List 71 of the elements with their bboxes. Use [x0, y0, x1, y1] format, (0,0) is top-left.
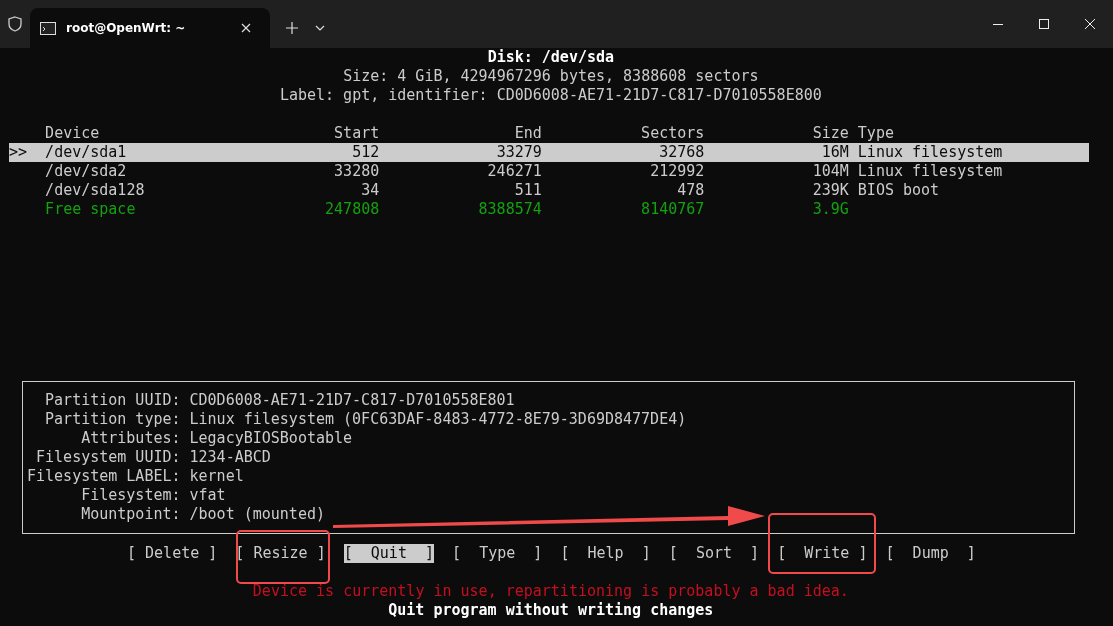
table-cell: 8140767: [641, 200, 705, 218]
menu-button[interactable]: [ Help ]: [560, 544, 651, 563]
close-icon: [1085, 19, 1095, 29]
table-cell: 104M: [812, 162, 849, 180]
menu-button[interactable]: [ Type ]: [452, 544, 543, 563]
detail-value: 1234-ABCD: [189, 448, 271, 467]
table-cell: Free space: [45, 200, 136, 218]
disk-info: Label: gpt, identifier: CD0D6008-AE71-21D7-C817-D7010558E800: [279, 86, 822, 104]
maximize-icon: [1039, 19, 1049, 29]
detail-value: vfat: [189, 486, 226, 505]
detail-value: Linux filesystem (0FC63DAF-8483-4772-8E79-3D69D8477DE4): [189, 410, 687, 429]
table-cell: 32768: [659, 143, 705, 161]
table-cell-text: Linux filesystem: [856, 143, 1003, 161]
tab-title: root@OpenWrt: ~: [66, 21, 187, 35]
column-header: End: [514, 124, 542, 142]
detail-value: CD0D6008-AE71-21D7-C817-D7010558E801: [189, 391, 515, 410]
close-icon: [241, 23, 251, 33]
disk-title: Disk: /dev/sda: [487, 48, 615, 66]
detail-label: Filesystem:: [81, 486, 181, 504]
detail-label: Filesystem LABEL:: [27, 467, 181, 485]
partition-row[interactable]: Free space 247808 8388574 8140767 3.9G: [9, 200, 1089, 219]
table-cell: 478: [677, 181, 705, 199]
table-cell: 8388574: [478, 200, 542, 218]
detail-label: Attributes:: [81, 429, 181, 447]
table-cell: 33280: [334, 162, 380, 180]
detail-label: Partition UUID:: [45, 391, 181, 409]
menu-button[interactable]: [ Quit ]: [343, 544, 435, 563]
partition-row[interactable]: /dev/sda128 34 511 478 239K BIOS boot: [9, 181, 1089, 200]
menu-button[interactable]: [ Dump ]: [885, 544, 976, 563]
table-cell: 247808: [325, 200, 380, 218]
detail-label: Partition type:: [45, 410, 181, 428]
table-cell: 16M: [821, 143, 849, 161]
partition-row[interactable]: /dev/sda2 33280 246271 212992 104M Linux filesystem: [9, 162, 1089, 181]
table-cell: 246271: [487, 162, 542, 180]
disk-info: Size: 4 GiB, 4294967296 bytes, 8388608 sectors: [343, 67, 759, 85]
status-message: Quit program without writing changes: [388, 601, 714, 619]
column-header: Device: [45, 124, 100, 142]
table-cell: /dev/sda1: [45, 143, 127, 161]
detail-value: LegacyBIOSBootable: [189, 429, 353, 448]
table-cell: 239K: [812, 181, 849, 199]
terminal-tab[interactable]: root@OpenWrt: ~: [30, 8, 270, 48]
terminal-icon: [40, 21, 56, 35]
column-header: Start: [334, 124, 380, 142]
table-cell: 212992: [650, 162, 705, 180]
partition-row[interactable]: >> /dev/sda1 512 33279 32768 16M Linux filesystem: [9, 143, 1089, 162]
table-cell: 34: [361, 181, 380, 199]
plus-icon: [286, 22, 298, 34]
shield-icon: [8, 16, 22, 32]
menu-button[interactable]: [ Write ]: [777, 544, 868, 563]
cursor-marker: >>: [9, 143, 28, 161]
chevron-down-icon: [315, 25, 325, 31]
menu-button[interactable]: [ Sort ]: [668, 544, 760, 563]
column-header: Type: [856, 124, 894, 142]
column-header: Sectors: [641, 124, 705, 142]
detail-value: kernel: [189, 467, 244, 486]
table-cell: 512: [352, 143, 380, 161]
table-cell: 3.9G: [812, 200, 849, 218]
column-header: Size: [812, 124, 849, 142]
table-cell-text: Linux filesystem: [856, 162, 1003, 180]
detail-label: Filesystem UUID:: [36, 448, 181, 466]
warning-message: Device is currently in use, repartitioning is probably a bad idea.: [252, 582, 849, 600]
menu-button[interactable]: [ Delete ]: [127, 544, 218, 563]
menu-button[interactable]: [ Resize ]: [235, 544, 326, 563]
table-cell: 511: [514, 181, 542, 199]
table-cell-text: BIOS boot: [856, 181, 940, 199]
detail-value: /boot (mounted): [189, 505, 325, 524]
table-cell: /dev/sda2: [45, 162, 127, 180]
detail-label: Mountpoint:: [81, 505, 181, 523]
minimize-icon: [993, 23, 1003, 25]
table-cell: /dev/sda128: [45, 181, 145, 199]
table-cell: 33279: [496, 143, 542, 161]
